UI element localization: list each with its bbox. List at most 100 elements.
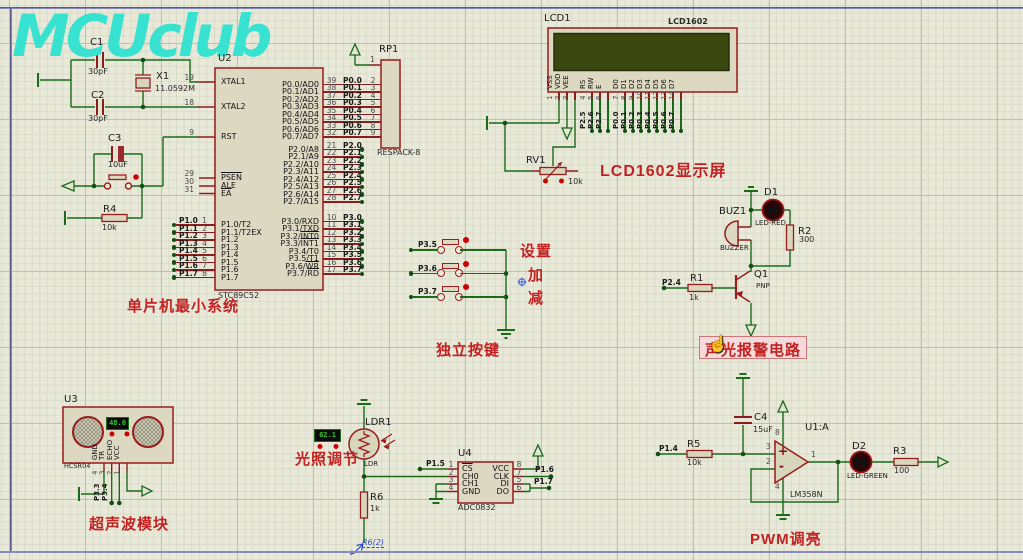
respack-body[interactable]: [381, 60, 400, 148]
u4-ref[interactable]: U4: [458, 448, 472, 459]
resistor-r2: [787, 225, 794, 250]
button-terminal[interactable]: [437, 269, 445, 277]
buzzer-symbol[interactable]: [725, 221, 738, 246]
button-terminal[interactable]: [437, 293, 445, 301]
c3-ref[interactable]: C3: [108, 133, 121, 144]
rv1-value[interactable]: 10k: [568, 178, 583, 187]
d2-part[interactable]: LED-GREEN: [847, 473, 888, 481]
net-label[interactable]: P3.6: [418, 264, 437, 273]
r4-value[interactable]: 10k: [102, 224, 117, 233]
button-terminal[interactable]: [437, 246, 445, 254]
r1-value[interactable]: 1k: [689, 294, 699, 303]
ldr1-ref[interactable]: LDR1: [365, 417, 392, 428]
c1-value[interactable]: 30pF: [88, 68, 108, 77]
pin-number: 1: [113, 470, 122, 474]
r5-value[interactable]: 10k: [687, 459, 702, 468]
button-cap[interactable]: [442, 286, 459, 292]
ldr-display[interactable]: 62.1: [314, 429, 341, 442]
c4-ref[interactable]: C4: [754, 412, 767, 423]
pin-name: XTAL1: [221, 77, 246, 86]
pin-name: P2.7/A15: [248, 197, 319, 206]
resistor-r4: [102, 215, 127, 222]
rp1-ref[interactable]: RP1: [379, 44, 398, 55]
pin-name: P1.7: [221, 273, 239, 282]
d1-ref[interactable]: D1: [764, 187, 778, 198]
rp1-part[interactable]: RESPACK-8: [377, 149, 420, 158]
capacitor-c4[interactable]: [734, 417, 752, 423]
rv1-ref[interactable]: RV1: [526, 155, 546, 166]
c3-value[interactable]: 10uF: [108, 161, 128, 170]
net-label[interactable]: P2.7: [343, 193, 362, 202]
u3-part[interactable]: HCSR04: [64, 463, 90, 470]
c4-value[interactable]: 15uF: [753, 426, 773, 435]
net-label[interactable]: P3.5: [418, 240, 437, 249]
u3-ref[interactable]: U3: [64, 394, 78, 405]
canvas-border-left: [10, 7, 12, 552]
r4-ref[interactable]: R4: [103, 204, 116, 215]
sonar-section-label[interactable]: 超声波模块: [89, 517, 169, 534]
u1a-ref[interactable]: U1:A: [805, 422, 829, 433]
led-red-symbol[interactable]: [763, 200, 784, 221]
buz1-part[interactable]: BUZZER: [720, 245, 749, 253]
r2-value[interactable]: 300: [799, 236, 814, 245]
mcu-ref[interactable]: U2: [218, 53, 232, 64]
c1-ref[interactable]: C1: [90, 37, 103, 48]
r6-value[interactable]: 1k: [370, 505, 380, 514]
net-label[interactable]: P2.7: [595, 111, 604, 129]
q1-ref[interactable]: Q1: [754, 269, 768, 280]
x1-ref[interactable]: X1: [156, 71, 169, 82]
key-caption[interactable]: 加: [517, 264, 555, 285]
pin-wire: [607, 100, 608, 131]
lcd-part[interactable]: LCD1602: [668, 18, 708, 27]
probe-label[interactable]: R6(2): [362, 538, 384, 548]
button-cap[interactable]: [442, 239, 459, 245]
buz1-ref[interactable]: BUZ1: [719, 206, 746, 217]
pin-number: 6: [514, 483, 524, 492]
p1-4-net-label[interactable]: P1.4: [659, 445, 678, 453]
net-label[interactable]: P3.7: [418, 287, 437, 296]
rp1-pin1-number: 1: [370, 56, 375, 64]
net-label[interactable]: P0.7: [668, 111, 677, 129]
light-section-label[interactable]: 光照调节: [295, 452, 359, 469]
lcd-section-label[interactable]: LCD1602显示屏: [600, 163, 726, 181]
u1a-part[interactable]: LM358N: [790, 491, 823, 500]
sonar-display[interactable]: 48.0: [106, 417, 129, 430]
transistor-q1[interactable]: [736, 271, 750, 302]
x1-value[interactable]: 11.0592M: [155, 85, 195, 94]
button-cap[interactable]: [442, 263, 459, 269]
q1-part[interactable]: PNP: [756, 283, 770, 291]
led-green-symbol[interactable]: [851, 452, 872, 473]
pin-name: D7: [668, 79, 677, 89]
r3-value[interactable]: 100: [894, 467, 909, 476]
mcu-section-label[interactable]: 单片机最小系统: [127, 299, 239, 316]
pin-stub: [607, 92, 609, 100]
pin-number: 18: [176, 98, 194, 107]
c2-value[interactable]: 30pF: [88, 115, 108, 124]
c2-ref[interactable]: C2: [91, 90, 104, 101]
pwm-section-label[interactable]: PWM调亮: [750, 532, 822, 549]
keys-section-label[interactable]: 独立按键: [436, 343, 500, 360]
crystal-x1[interactable]: [135, 75, 151, 91]
p2-4-net-label[interactable]: P2.4: [662, 279, 681, 287]
r6-ref[interactable]: R6: [370, 492, 383, 503]
p1-6-net-label[interactable]: P1.6: [535, 466, 554, 474]
net-label[interactable]: P3.7: [343, 265, 362, 274]
r3-ref[interactable]: R3: [893, 446, 906, 457]
r1-ref[interactable]: R1: [690, 273, 703, 284]
key-caption[interactable]: 减: [517, 287, 555, 308]
lcd-ref[interactable]: LCD1: [544, 13, 571, 24]
resistor-r5: [687, 451, 712, 458]
reset-button[interactable]: [105, 174, 139, 189]
key-caption[interactable]: 设置: [517, 240, 555, 261]
p1-5-net-label[interactable]: P1.5: [426, 460, 445, 468]
p1-7-net-label[interactable]: P1.7: [534, 478, 553, 486]
u4-part[interactable]: ADC0832: [458, 504, 496, 513]
d2-ref[interactable]: D2: [852, 441, 866, 452]
d1-part[interactable]: LED-RED: [755, 220, 786, 228]
echo-net-label[interactable]: P3.4: [101, 483, 110, 501]
schematic-canvas: MCUclub C1 30pF X1 11.0592M C2 30pF C3 1…: [0, 0, 1023, 560]
r5-ref[interactable]: R5: [687, 439, 700, 450]
capacitor-c2[interactable]: [97, 99, 103, 115]
ldr1-part[interactable]: LDR: [364, 461, 378, 469]
net-label[interactable]: P0.7: [343, 128, 362, 137]
